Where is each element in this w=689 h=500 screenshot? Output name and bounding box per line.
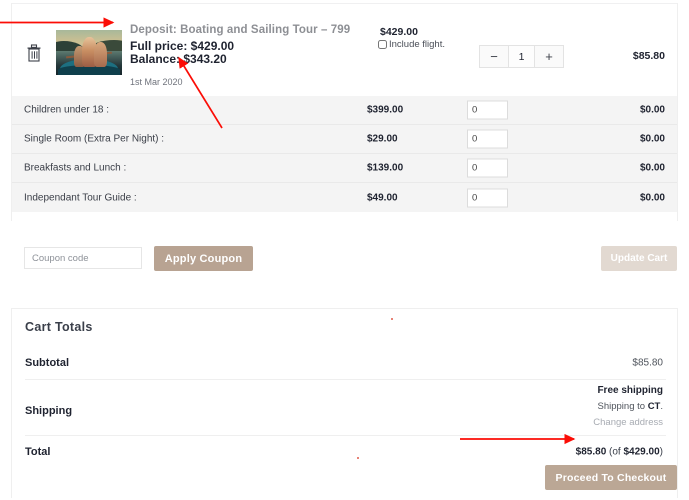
apply-coupon-button[interactable]: Apply Coupon xyxy=(154,246,253,271)
table-row: Independant Tour Guide : $49.00 $0.00 xyxy=(12,183,677,212)
cart-product-row: Deposit: Boating and Sailing Tour – 799 … xyxy=(12,8,677,92)
total-label: Total xyxy=(25,445,51,458)
extras-table: Children under 18 : $399.00 $0.00 Single… xyxy=(12,96,677,212)
product-unit-price: $429.00 xyxy=(380,26,418,38)
extra-total: $0.00 xyxy=(639,104,665,116)
table-row: Breakfasts and Lunch : $139.00 $0.00 xyxy=(12,154,677,183)
shipping-label: Shipping xyxy=(25,405,73,417)
top-divider xyxy=(11,3,677,4)
subtotal-label: Subtotal xyxy=(25,356,69,369)
include-flight-label: Include flight. xyxy=(389,39,445,50)
extra-price: $29.00 xyxy=(367,133,398,145)
annotation-speck-upper xyxy=(391,318,393,320)
subtotal-row: Subtotal $85.80 xyxy=(12,346,677,379)
update-cart-button[interactable]: Update Cart xyxy=(601,246,677,271)
extra-total: $0.00 xyxy=(639,162,665,174)
cart-frame-right-border xyxy=(677,3,678,221)
product-date: 1st Mar 2020 xyxy=(130,77,183,87)
extra-name: Breakfasts and Lunch : xyxy=(24,162,127,174)
shipping-to-suffix: . xyxy=(660,401,663,412)
extra-price: $399.00 xyxy=(367,104,404,116)
quantity-decrement-button[interactable]: − xyxy=(480,46,508,67)
shipping-to-region: CT xyxy=(647,401,661,412)
total-of-suffix: ) xyxy=(659,446,663,457)
shipping-row: Shipping Free shipping Shipping to CT. C… xyxy=(12,379,677,435)
quantity-stepper[interactable]: − 1 + xyxy=(479,45,564,68)
shipping-destination: Shipping to CT. xyxy=(598,401,664,412)
cart-page: Deposit: Boating and Sailing Tour – 799 … xyxy=(0,0,689,500)
subtotal-value: $85.80 xyxy=(632,357,663,368)
trash-icon[interactable] xyxy=(25,43,43,63)
total-row: Total $85.80 (of $429.00) xyxy=(12,435,677,468)
quantity-increment-button[interactable]: + xyxy=(535,46,563,67)
product-line-subtotal: $85.80 xyxy=(632,50,665,62)
change-address-link[interactable]: Change address xyxy=(593,417,663,428)
extra-name: Independant Tour Guide : xyxy=(24,192,137,203)
extra-quantity-input[interactable] xyxy=(467,129,508,149)
total-of-amount: $429.00 xyxy=(623,446,660,457)
proceed-to-checkout-button[interactable]: Proceed To Checkout xyxy=(545,465,677,490)
cart-totals-heading: Cart Totals xyxy=(25,320,93,334)
product-thumbnail[interactable] xyxy=(56,30,122,75)
table-row: Single Room (Extra Per Night) : $29.00 $… xyxy=(12,125,677,154)
quantity-value[interactable]: 1 xyxy=(509,46,534,67)
include-flight-checkbox[interactable] xyxy=(378,40,387,49)
total-of-prefix: (of xyxy=(606,446,624,457)
shipping-method-label: Free shipping xyxy=(597,385,663,396)
product-balance: Balance: $343.20 xyxy=(130,52,227,66)
extra-total: $0.00 xyxy=(639,192,665,203)
extra-price: $49.00 xyxy=(367,192,398,203)
coupon-input[interactable] xyxy=(24,247,142,269)
extra-name: Children under 18 : xyxy=(24,104,110,116)
include-flight-option[interactable]: Include flight. xyxy=(378,39,445,50)
extra-total: $0.00 xyxy=(639,133,665,145)
table-row: Children under 18 : $399.00 $0.00 xyxy=(12,96,677,125)
total-value: $85.80 (of $429.00) xyxy=(576,446,663,457)
extra-quantity-input[interactable] xyxy=(467,188,508,207)
shipping-to-prefix: Shipping to xyxy=(597,401,648,412)
annotation-speck-lower xyxy=(357,457,359,459)
product-full-price: Full price: $429.00 xyxy=(130,39,235,53)
extra-name: Single Room (Extra Per Night) : xyxy=(24,133,165,145)
total-amount: $85.80 xyxy=(575,446,607,457)
extra-quantity-input[interactable] xyxy=(467,158,508,178)
extra-price: $139.00 xyxy=(367,162,404,174)
product-title[interactable]: Deposit: Boating and Sailing Tour – 799 xyxy=(130,24,350,36)
extra-quantity-input[interactable] xyxy=(467,100,508,120)
